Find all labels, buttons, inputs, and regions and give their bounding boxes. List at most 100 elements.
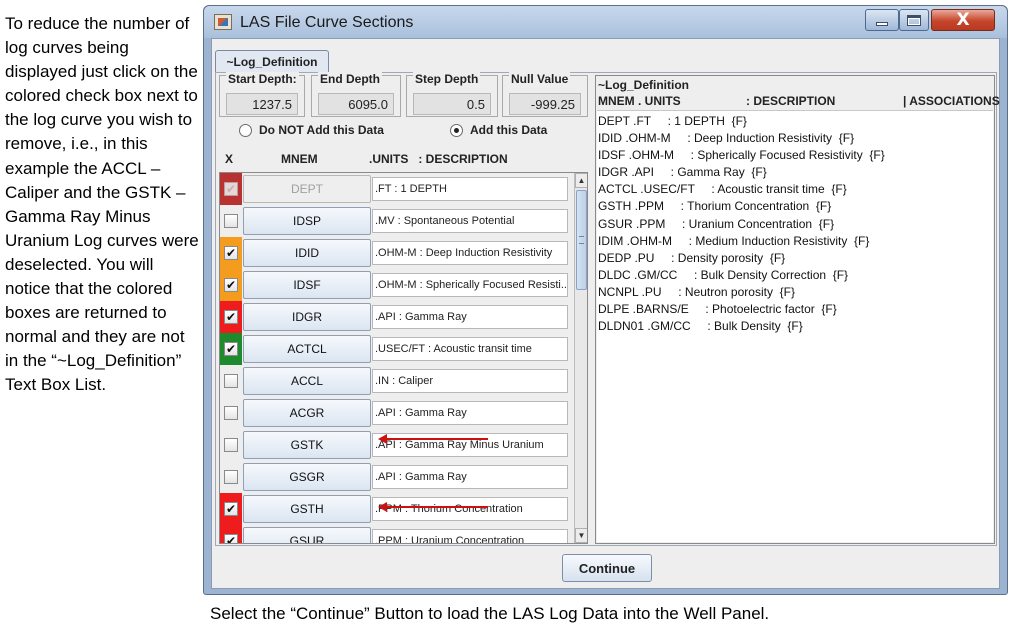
curve-description: .OHM-M : Deep Induction Resistivity xyxy=(372,241,568,265)
add-data-radio-option[interactable]: Add this Data xyxy=(450,123,547,137)
null-value-label: Null Value xyxy=(509,72,571,86)
curve-checkbox[interactable]: ✔ xyxy=(224,310,238,324)
curve-color-swatch: ✔ xyxy=(220,269,242,301)
curve-row-gstk: GSTK .API : Gamma Ray Minus Uranium xyxy=(220,429,573,461)
maximize-icon xyxy=(907,14,921,26)
curve-checkbox[interactable]: ✔ xyxy=(224,246,238,260)
curve-description: .OHM-M : Spherically Focused Resisti... xyxy=(372,273,568,297)
log-definition-line: GSTH .PPM : Thorium Concentration {F} xyxy=(598,199,832,214)
curve-checkbox[interactable]: ✔ xyxy=(224,278,238,292)
curve-mnem-button[interactable]: ACTCL xyxy=(243,335,371,363)
tab-log-definition[interactable]: ~Log_Definition xyxy=(215,50,329,72)
curve-checkbox[interactable]: ✔ xyxy=(224,342,238,356)
curve-checkbox[interactable]: ✔ xyxy=(224,502,238,516)
scroll-down-button[interactable]: ▼ xyxy=(575,528,587,543)
window-client-area: ~Log_Definition Start Depth: 1237.5 End … xyxy=(211,38,1000,589)
app-icon xyxy=(214,14,232,30)
curve-color-swatch: ✔ xyxy=(220,237,242,269)
step-depth-label: Step Depth xyxy=(413,72,481,86)
do-not-add-radio[interactable] xyxy=(239,123,252,137)
log-definition-line: IDIM .OHM-M : Medium Induction Resistivi… xyxy=(598,233,870,248)
curve-checkbox[interactable] xyxy=(224,438,238,452)
curve-color-swatch xyxy=(220,397,242,429)
log-definition-line: GSUR .PPM : Uranium Concentration {F} xyxy=(598,216,835,231)
log-definition-text-area[interactable]: DEPT .FT : 1 DEPTH {F} IDID .OHM-M : Deep… xyxy=(597,110,993,542)
log-definition-line: DLPE .BARNS/E : Photoelectric factor {F} xyxy=(598,302,837,317)
curve-mnem-button[interactable]: GSTK xyxy=(243,431,371,459)
text-panel-title: ~Log_Definition xyxy=(598,78,689,92)
end-depth-field[interactable]: 6095.0 xyxy=(318,93,394,115)
curve-row-gsgr: GSGR .API : Gamma Ray xyxy=(220,461,573,493)
log-definition-line: DEDP .PU : Density porosity {F} xyxy=(598,250,786,265)
title-bar[interactable]: LAS File Curve Sections X xyxy=(204,6,1007,38)
curve-row-accl: ACCL .IN : Caliper xyxy=(220,365,573,397)
curve-list-scrollbar[interactable]: ▲ ▼ xyxy=(574,173,587,543)
curve-row-idgr: ✔ IDGR .API : Gamma Ray xyxy=(220,301,573,333)
maximize-button[interactable] xyxy=(899,9,929,31)
curve-mnem-button[interactable]: IDSF xyxy=(243,271,371,299)
minimize-icon xyxy=(876,22,888,26)
curve-color-swatch: ✔ xyxy=(220,173,242,205)
close-icon: X xyxy=(956,10,970,30)
curve-mnem-button[interactable]: ACCL xyxy=(243,367,371,395)
log-definition-line: NCNPL .PU : Neutron porosity {F} xyxy=(598,284,795,299)
curve-mnem-button[interactable]: GSGR xyxy=(243,463,371,491)
curve-mnem-button[interactable]: IDGR xyxy=(243,303,371,331)
curve-mnem-button[interactable]: IDSP xyxy=(243,207,371,235)
curve-checkbox[interactable] xyxy=(224,214,238,228)
log-definition-line: DEPT .FT : 1 DEPTH {F} xyxy=(598,114,747,128)
curve-checkbox[interactable]: ✔ xyxy=(224,534,238,543)
curve-mnem-button[interactable]: IDID xyxy=(243,239,371,267)
curve-checkbox[interactable] xyxy=(224,374,238,388)
curve-description: .API : Gamma Ray Minus Uranium xyxy=(372,433,568,457)
curve-mnem-button[interactable]: ACGR xyxy=(243,399,371,427)
step-depth-group: Step Depth 0.5 xyxy=(406,72,498,117)
curve-description: .PPM : Uranium Concentration xyxy=(372,529,568,543)
curve-color-swatch xyxy=(220,365,242,397)
col-header-x: X xyxy=(225,152,234,166)
curve-mnem-button: DEPT xyxy=(243,175,371,203)
curve-color-swatch xyxy=(220,429,242,461)
text-panel-header-mnem: MNEM . UNITS xyxy=(598,94,681,108)
null-value-field[interactable]: -999.25 xyxy=(509,93,581,115)
do-not-add-radio-option[interactable]: Do NOT Add this Data xyxy=(239,123,384,137)
curve-description: .PPM : Thorium Concentration xyxy=(372,497,568,521)
do-not-add-label: Do NOT Add this Data xyxy=(259,123,384,137)
gstk-pointer-arrow xyxy=(378,502,488,512)
curve-color-swatch: ✔ xyxy=(220,301,242,333)
add-data-radio[interactable] xyxy=(450,123,463,137)
curve-row-gsur: ✔ GSUR .PPM : Uranium Concentration xyxy=(220,525,573,543)
curve-list: ✔ DEPT .FT : 1 DEPTH IDSP .MV : Spontaneous … xyxy=(219,172,588,544)
end-depth-group: End Depth 6095.0 xyxy=(311,72,401,117)
step-depth-field[interactable]: 0.5 xyxy=(413,93,491,115)
curve-row-idsf: ✔ IDSF .OHM-M : Spherically Focused Resist… xyxy=(220,269,573,301)
minimize-button[interactable] xyxy=(865,9,899,31)
curve-mnem-button[interactable]: GSTH xyxy=(243,495,371,523)
curve-color-swatch: ✔ xyxy=(220,333,242,365)
curve-row-acgr: ACGR .API : Gamma Ray xyxy=(220,397,573,429)
curve-row-idsp: IDSP .MV : Spontaneous Potential xyxy=(220,205,573,237)
instruction-text: To reduce the number of log curves being… xyxy=(5,14,199,395)
accl-pointer-arrow xyxy=(378,434,488,444)
curve-description: .API : Gamma Ray xyxy=(372,465,568,489)
start-depth-group: Start Depth: 1237.5 xyxy=(219,72,305,117)
start-depth-field[interactable]: 1237.5 xyxy=(226,93,298,115)
close-button[interactable]: X xyxy=(931,9,995,31)
curve-mnem-button[interactable]: GSUR xyxy=(243,527,371,543)
scroll-thumb[interactable] xyxy=(576,190,587,290)
curve-description: .MV : Spontaneous Potential xyxy=(372,209,568,233)
curve-checkbox[interactable] xyxy=(224,406,238,420)
continue-button[interactable]: Continue xyxy=(562,554,652,582)
log-definition-line: IDGR .API : Gamma Ray {F} xyxy=(598,165,767,180)
log-definition-panel: Start Depth: 1237.5 End Depth 6095.0 Ste… xyxy=(215,72,1000,546)
scroll-up-button[interactable]: ▲ xyxy=(575,173,587,188)
curve-checkbox[interactable] xyxy=(224,470,238,484)
continue-instruction-text: Select the “Continue” Button to load the… xyxy=(210,604,770,623)
log-definition-line: ACTCL .USEC/FT : Acoustic transit time {… xyxy=(598,182,847,197)
curve-description: .API : Gamma Ray xyxy=(372,401,568,425)
log-definition-line: IDID .OHM-M : Deep Induction Resistivity… xyxy=(598,131,855,146)
curve-color-swatch xyxy=(220,461,242,493)
curve-row-dept: ✔ DEPT .FT : 1 DEPTH xyxy=(220,173,573,205)
null-value-group: Null Value -999.25 xyxy=(502,72,588,117)
text-panel-header-description: : DESCRIPTION xyxy=(746,94,836,108)
